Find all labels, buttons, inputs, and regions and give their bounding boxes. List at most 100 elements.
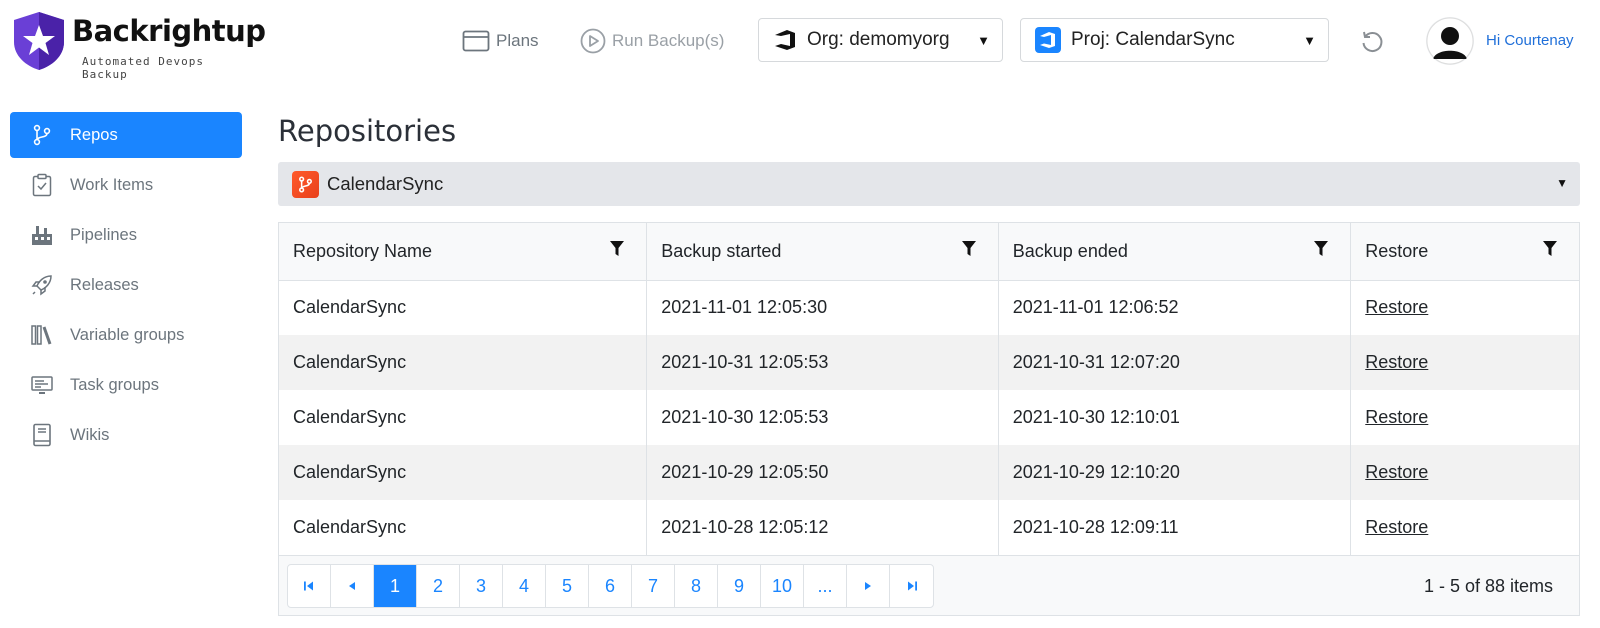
table-header-row: Repository Name Backup started Backup en… xyxy=(279,223,1579,281)
last-page-button[interactable] xyxy=(890,565,933,607)
column-header-backup-started[interactable]: Backup started xyxy=(646,223,999,281)
plans-link[interactable]: Plans xyxy=(462,26,539,56)
cell-backup-started: 2021-10-30 12:05:53 xyxy=(646,390,999,445)
cell-repository-name: CalendarSync xyxy=(279,280,648,335)
column-header-repository-name[interactable]: Repository Name xyxy=(279,223,648,281)
cell-backup-started: 2021-10-29 12:05:50 xyxy=(646,445,999,500)
restore-link[interactable]: Restore xyxy=(1365,297,1428,317)
cell-repository-name: CalendarSync xyxy=(279,335,648,390)
cell-backup-ended: 2021-10-31 12:07:20 xyxy=(998,335,1352,390)
repository-select-value: CalendarSync xyxy=(327,173,444,194)
star-shield-icon xyxy=(14,12,64,70)
more-pages-button[interactable]: ... xyxy=(804,565,847,607)
logo-name: Backrightup xyxy=(72,14,266,48)
column-header-restore[interactable]: Restore xyxy=(1350,223,1579,281)
azure-devops-icon xyxy=(773,29,797,51)
pager: 1 2 3 4 5 6 7 8 9 10 ... 1 - 5 of 88 ite… xyxy=(279,555,1579,615)
greeting-hi: Hi xyxy=(1486,32,1501,49)
restore-link[interactable]: Restore xyxy=(1365,407,1428,427)
table-row: CalendarSync 2021-10-28 12:05:12 2021-10… xyxy=(279,500,1579,555)
cell-backup-ended: 2021-10-29 12:10:20 xyxy=(998,445,1352,500)
table-row: CalendarSync 2021-10-31 12:05:53 2021-10… xyxy=(279,335,1579,390)
user-name: Courtenay xyxy=(1504,32,1574,49)
sidebar-item-repos[interactable]: Repos xyxy=(10,112,242,158)
library-icon xyxy=(30,323,54,347)
pager-info: 1 - 5 of 88 items xyxy=(1423,576,1553,596)
factory-icon xyxy=(30,223,54,247)
project-select-value: Proj: CalendarSync xyxy=(1071,29,1235,50)
filter-icon[interactable] xyxy=(1543,241,1557,257)
sidebar-item-label: Variable groups xyxy=(70,325,185,344)
cell-repository-name: CalendarSync xyxy=(279,390,648,445)
page-button[interactable]: 10 xyxy=(761,565,804,607)
rocket-icon xyxy=(30,273,54,297)
page-button[interactable]: 6 xyxy=(589,565,632,607)
sidebar-item-label: Work Items xyxy=(70,175,154,194)
chevron-down-icon: ▼ xyxy=(1303,33,1316,48)
credit-card-icon xyxy=(462,30,490,52)
caret-left-icon xyxy=(349,582,355,590)
sidebar-item-task-groups[interactable]: Task groups xyxy=(10,362,242,408)
sidebar-item-pipelines[interactable]: Pipelines xyxy=(10,212,242,258)
user-greeting[interactable]: Hi Courtenay xyxy=(1486,32,1574,49)
sidebar-item-work-items[interactable]: Work Items xyxy=(10,162,242,208)
org-select[interactable]: Org: demomyorg ▼ xyxy=(758,18,1003,62)
chevron-down-icon: ▼ xyxy=(977,33,990,48)
project-select[interactable]: Proj: CalendarSync ▼ xyxy=(1020,18,1329,62)
refresh-icon[interactable] xyxy=(1358,28,1386,56)
page-button[interactable]: 4 xyxy=(503,565,546,607)
filter-icon[interactable] xyxy=(1314,241,1329,257)
filter-icon[interactable] xyxy=(961,241,976,257)
cell-backup-started: 2021-10-31 12:05:53 xyxy=(646,335,999,390)
azure-devops-project-icon xyxy=(1035,27,1061,53)
plans-label: Plans xyxy=(496,31,539,50)
sidebar-item-wikis[interactable]: Wikis xyxy=(10,412,242,458)
book-icon xyxy=(30,423,54,447)
sidebar-item-releases[interactable]: Releases xyxy=(10,262,242,308)
filter-icon[interactable] xyxy=(610,241,625,257)
branch-icon xyxy=(30,123,54,147)
sidebar-item-label: Pipelines xyxy=(70,225,137,244)
clipboard-icon xyxy=(30,173,54,197)
repository-select[interactable]: CalendarSync ▼ xyxy=(278,162,1580,206)
pager-buttons: 1 2 3 4 5 6 7 8 9 10 ... xyxy=(287,564,934,608)
cell-backup-ended: 2021-10-28 12:09:11 xyxy=(998,500,1352,555)
page-button[interactable]: 8 xyxy=(675,565,718,607)
page-button[interactable]: 5 xyxy=(546,565,589,607)
cell-repository-name: CalendarSync xyxy=(279,445,648,500)
logo-tagline: Automated Devops Backup xyxy=(82,55,204,81)
table-row: CalendarSync 2021-11-01 12:05:30 2021-11… xyxy=(279,280,1579,335)
cell-restore: Restore xyxy=(1351,390,1579,445)
next-page-button[interactable] xyxy=(847,565,890,607)
page-button[interactable]: 1 xyxy=(374,565,417,607)
cell-backup-ended: 2021-11-01 12:06:52 xyxy=(998,280,1352,335)
cell-restore: Restore xyxy=(1351,500,1579,555)
app-logo[interactable]: Backrightup Automated Devops Backup xyxy=(10,8,266,81)
table-row: CalendarSync 2021-10-29 12:05:50 2021-10… xyxy=(279,445,1579,500)
restore-link[interactable]: Restore xyxy=(1365,352,1428,372)
cell-restore: Restore xyxy=(1350,445,1579,500)
run-backup-button[interactable]: Run Backup(s) xyxy=(580,26,724,56)
repo-branch-icon xyxy=(292,170,319,198)
page-button[interactable]: 3 xyxy=(460,565,503,607)
cell-backup-ended: 2021-10-30 12:10:01 xyxy=(998,390,1352,445)
avatar[interactable] xyxy=(1426,17,1474,65)
sidebar-item-label: Releases xyxy=(70,275,139,294)
chevron-down-icon: ▼ xyxy=(1556,176,1568,190)
page-button[interactable]: 2 xyxy=(417,565,460,607)
restore-link[interactable]: Restore xyxy=(1365,517,1428,537)
column-header-backup-ended[interactable]: Backup ended xyxy=(998,223,1352,281)
page-button[interactable]: 9 xyxy=(718,565,761,607)
first-page-button[interactable] xyxy=(288,565,331,607)
page-button[interactable]: 7 xyxy=(632,565,675,607)
backup-table: Repository Name Backup started Backup en… xyxy=(279,223,1579,555)
user-avatar-icon xyxy=(1426,17,1474,65)
previous-page-button[interactable] xyxy=(331,565,374,607)
monitor-icon xyxy=(30,373,54,397)
sidebar-item-label: Repos xyxy=(70,125,118,144)
restore-link[interactable]: Restore xyxy=(1365,462,1428,482)
cell-restore: Restore xyxy=(1350,335,1579,390)
sidebar-item-label: Wikis xyxy=(70,425,110,444)
sidebar-item-variable-groups[interactable]: Variable groups xyxy=(10,312,242,358)
cell-repository-name: CalendarSync xyxy=(279,500,648,555)
